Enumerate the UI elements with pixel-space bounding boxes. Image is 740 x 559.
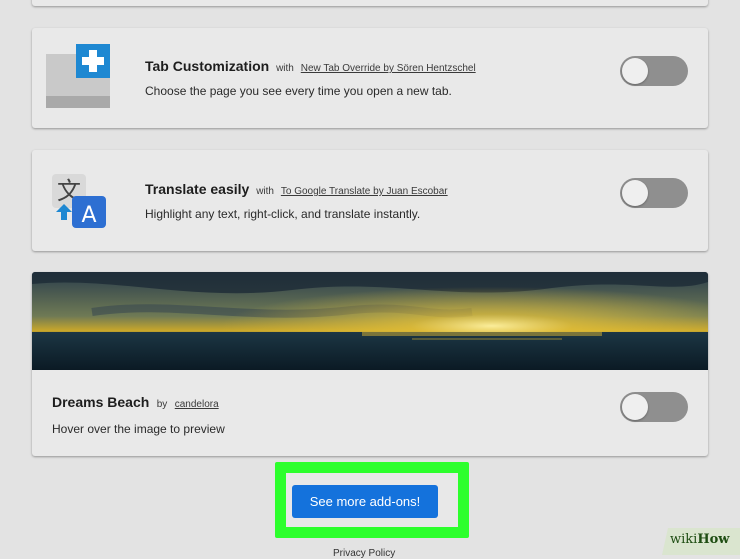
addon-title: Tab Customization <box>145 58 270 74</box>
addon-card-tab-customization: Tab Customization with New Tab Override … <box>32 28 708 128</box>
svg-text:A: A <box>81 203 96 228</box>
addon-by-label: by <box>156 399 168 410</box>
addon-title-line: Tab Customization with New Tab Override … <box>145 58 476 74</box>
sunset-beach-theme-preview[interactable] <box>32 272 708 370</box>
wikihow-watermark: wikiHow <box>662 528 740 555</box>
addon-author-link[interactable]: candelora <box>175 399 219 410</box>
watermark-wiki: wiki <box>670 532 698 547</box>
addon-description: Highlight any text, right-click, and tra… <box>145 207 421 221</box>
addon-description: Hover over the image to preview <box>52 422 225 436</box>
addon-title-line: Translate easily with To Google Translat… <box>145 181 448 197</box>
addon-title: Translate easily <box>145 181 250 197</box>
addon-author-link[interactable]: New Tab Override by Sören Hentzschel <box>301 63 476 74</box>
addon-description: Choose the page you see every time you o… <box>145 84 452 98</box>
watermark-text: wikiHow <box>670 532 729 547</box>
tab-customization-toggle[interactable] <box>620 56 688 86</box>
see-more-addons-button[interactable]: See more add-ons! <box>292 485 438 518</box>
tab-plus-icon <box>46 44 110 108</box>
toggle-knob <box>622 180 648 206</box>
toggle-knob <box>622 394 648 420</box>
addon-by-label: with <box>256 186 274 197</box>
addon-card-previous <box>32 0 708 6</box>
toggle-knob <box>622 58 648 84</box>
translate-icon: 文 A <box>52 174 106 228</box>
translate-toggle[interactable] <box>620 178 688 208</box>
watermark-how: How <box>697 532 730 547</box>
addon-title: Dreams Beach <box>52 394 150 410</box>
addon-by-label: with <box>276 63 294 74</box>
addon-author-link[interactable]: To Google Translate by Juan Escobar <box>281 186 448 197</box>
privacy-policy-link[interactable]: Privacy Policy <box>333 548 395 559</box>
addon-title-line: Dreams Beach by candelora <box>52 394 219 412</box>
dreams-beach-toggle[interactable] <box>620 392 688 422</box>
addon-card-translate: 文 A Translate easily with To Google Tran… <box>32 150 708 251</box>
addon-card-dreams-beach: Dreams Beach by candelora Hover over the… <box>32 272 708 456</box>
